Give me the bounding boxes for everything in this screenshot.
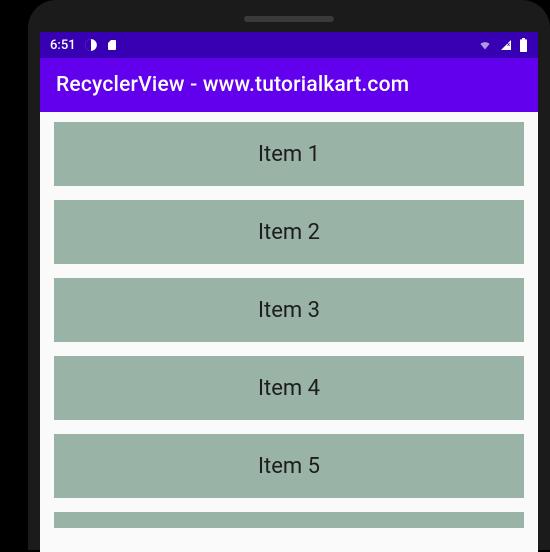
device-frame: 6:51 x RecyclerVie <box>28 0 550 550</box>
battery-icon <box>519 38 528 52</box>
list-item[interactable]: Item 1 <box>54 122 524 186</box>
speaker-slot <box>244 16 334 22</box>
list-item-label: Item 4 <box>258 376 320 401</box>
wifi-icon <box>477 39 493 51</box>
status-right: x <box>477 38 528 52</box>
status-bar: 6:51 x <box>40 32 538 58</box>
status-left: 6:51 <box>50 38 118 53</box>
app-bar: RecyclerView - www.tutorialkart.com <box>40 58 538 112</box>
status-time: 6:51 <box>50 38 76 53</box>
sd-card-icon <box>106 38 118 52</box>
list-item[interactable]: Item 4 <box>54 356 524 420</box>
app-bar-title: RecyclerView - www.tutorialkart.com <box>56 73 409 97</box>
list-item-label: Item 3 <box>258 298 320 323</box>
list-item[interactable]: Item 5 <box>54 434 524 498</box>
list-item[interactable] <box>54 512 524 528</box>
list-item-label: Item 5 <box>258 454 320 479</box>
recycler-view[interactable]: Item 1 Item 2 Item 3 Item 4 Item 5 <box>40 112 538 552</box>
list-item-label: Item 1 <box>258 142 320 167</box>
signal-icon: x <box>499 39 513 51</box>
contrast-icon <box>84 38 98 52</box>
screen: 6:51 x RecyclerVie <box>40 32 538 552</box>
list-item-label: Item 2 <box>258 220 320 245</box>
list-item[interactable]: Item 2 <box>54 200 524 264</box>
list-item[interactable]: Item 3 <box>54 278 524 342</box>
